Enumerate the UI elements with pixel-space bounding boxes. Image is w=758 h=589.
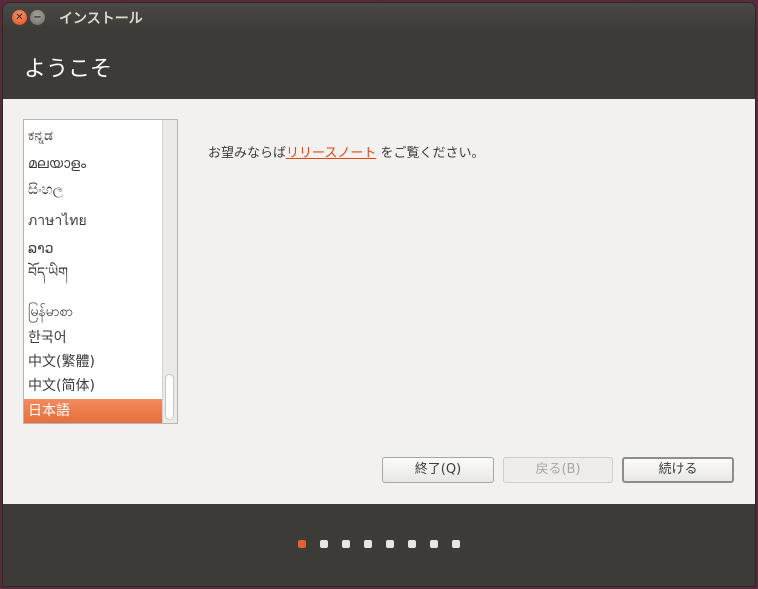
language-item[interactable]: 한국어 — [24, 326, 163, 350]
language-item[interactable]: 中文(繁體) — [24, 350, 163, 374]
release-note-prefix: お望みならば — [208, 146, 287, 161]
language-item[interactable]: 中文(简体) — [24, 374, 163, 398]
progress-dot-active — [298, 540, 306, 548]
minimize-icon: − — [33, 12, 42, 23]
language-item[interactable]: മലയാളം — [24, 152, 163, 176]
scrollbar-thumb[interactable] — [165, 374, 174, 420]
back-button[interactable]: 戻る(B) — [503, 457, 613, 483]
installer-window: ✕ − インストール ようこそ ಕನ್ನಡ മലയാളം සිංහල ภาษาไ… — [3, 3, 755, 586]
progress-dot — [430, 540, 438, 548]
window-title: インストール — [59, 11, 143, 27]
language-item[interactable]: ລາວ — [24, 237, 163, 261]
progress-dot — [452, 540, 460, 548]
language-list[interactable]: ಕನ್ನಡ മലയാളം සිංහල ภาษาไทย ລາວ བོད་ཡིག မ… — [23, 119, 178, 424]
release-note-suffix: をご覧ください。 — [380, 146, 485, 161]
close-window-button[interactable]: ✕ — [12, 10, 27, 25]
language-list-scrollbar[interactable] — [162, 120, 177, 423]
page-header: ようこそ — [3, 31, 755, 99]
language-item[interactable]: සිංහල — [24, 178, 163, 202]
main-content: ಕನ್ನಡ മലയാളം සිංහල ภาษาไทย ລາວ བོད་ཡིག မ… — [3, 99, 755, 504]
page-title: ようこそ — [24, 57, 113, 82]
continue-button[interactable]: 続ける — [622, 457, 734, 483]
progress-dot — [364, 540, 372, 548]
close-icon: ✕ — [15, 12, 24, 23]
progress-dot — [320, 540, 328, 548]
quit-button[interactable]: 終了(Q) — [382, 457, 494, 483]
progress-dots — [3, 540, 755, 550]
titlebar: ✕ − インストール — [3, 3, 755, 31]
language-item[interactable]: မြန်မာစာ — [24, 300, 163, 324]
progress-dot — [342, 540, 350, 548]
language-item[interactable]: ภาษาไทย — [24, 209, 163, 233]
progress-dot — [386, 540, 394, 548]
language-item-selected[interactable]: 日本語 — [24, 399, 163, 423]
language-item[interactable]: བོད་ཡིག — [24, 261, 163, 285]
release-note-text: お望みならばリリースノート をご覧ください。 — [208, 142, 485, 161]
minimize-window-button[interactable]: − — [30, 10, 45, 25]
release-notes-link[interactable]: リリースノート — [286, 146, 376, 161]
progress-footer — [3, 504, 755, 586]
language-item[interactable]: ಕನ್ನಡ — [24, 124, 163, 148]
progress-dot — [408, 540, 416, 548]
